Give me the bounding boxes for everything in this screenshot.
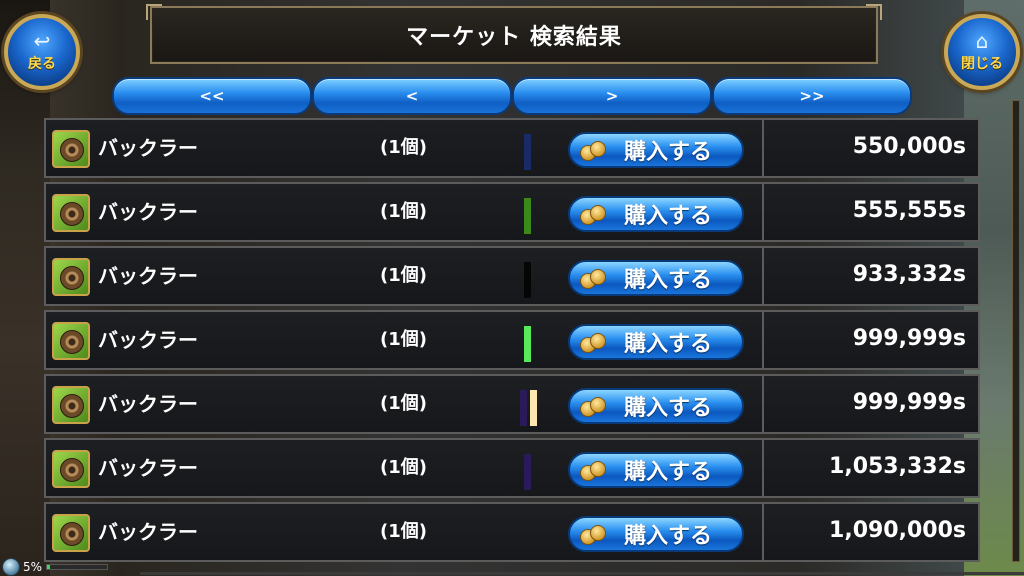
item-quantity: (1個) [380, 457, 427, 478]
prev-page-button[interactable]: < [312, 77, 512, 115]
price-cell: 999,999s [762, 374, 982, 434]
table-row: バックラー (1個) 購入する 550,000s [44, 118, 980, 178]
buy-button[interactable]: 購入する [568, 516, 744, 552]
price-cell: 933,332s [762, 246, 982, 306]
buy-button[interactable]: 購入する [568, 388, 744, 424]
item-quantity: (1個) [380, 393, 427, 414]
coins-icon [580, 523, 606, 545]
item-name: バックラー [98, 392, 198, 416]
table-row: バックラー (1個) 購入する 555,555s [44, 182, 980, 242]
buy-button-label: 購入する [624, 396, 713, 421]
buy-button-label: 購入する [624, 460, 713, 485]
buckler-shield-icon [52, 258, 90, 296]
table-row: バックラー (1個) 購入する 999,999s [44, 310, 980, 370]
item-price: 933,332s [852, 262, 966, 287]
item-name: バックラー [98, 136, 198, 160]
color-marker [524, 454, 531, 490]
color-marker [524, 134, 531, 170]
coins-icon [580, 267, 606, 289]
buy-button-label: 購入する [624, 268, 713, 293]
item-quantity: (1個) [380, 137, 427, 158]
price-cell: 999,999s [762, 310, 982, 370]
item-price: 999,999s [852, 390, 966, 415]
color-marker [524, 326, 531, 362]
item-quantity: (1個) [380, 329, 427, 350]
buckler-shield-icon [52, 514, 90, 552]
bottom-divider [140, 572, 1024, 575]
coins-icon [580, 331, 606, 353]
first-page-button[interactable]: << [112, 77, 312, 115]
table-row: バックラー (1個) 購入する 999,999s [44, 374, 980, 434]
buy-button[interactable]: 購入する [568, 452, 744, 488]
table-row: バックラー (1個) 購入する 1,053,332s [44, 438, 980, 498]
item-price: 999,999s [852, 326, 966, 351]
item-name: バックラー [98, 456, 198, 480]
close-button-label: 閉じる [961, 56, 1003, 72]
color-marker [524, 198, 531, 234]
coins-icon [580, 459, 606, 481]
back-button[interactable]: ↩ 戻る [4, 14, 80, 90]
home-icon: ⌂ [975, 29, 989, 53]
price-cell: 1,090,000s [762, 502, 982, 562]
buckler-shield-icon [52, 450, 90, 488]
color-marker [530, 390, 537, 426]
table-row: バックラー (1個) 購入する 1,090,000s [44, 502, 980, 562]
orb-icon [2, 558, 20, 576]
coins-icon [580, 203, 606, 225]
buckler-shield-icon [52, 386, 90, 424]
status-percent: 5% [23, 560, 43, 574]
table-row: バックラー (1個) 購入する 933,332s [44, 246, 980, 306]
price-cell: 550,000s [762, 118, 982, 178]
item-name: バックラー [98, 200, 198, 224]
coins-icon [580, 139, 606, 161]
item-name: バックラー [98, 264, 198, 288]
price-cell: 555,555s [762, 182, 982, 242]
buy-button-label: 購入する [624, 332, 713, 357]
buy-button-label: 購入する [624, 204, 713, 229]
back-arrow-icon: ↩ [33, 29, 51, 53]
buy-button-label: 購入する [624, 140, 713, 165]
buy-button[interactable]: 購入する [568, 196, 744, 232]
item-quantity: (1個) [380, 521, 427, 542]
buckler-shield-icon [52, 194, 90, 232]
buy-button[interactable]: 購入する [568, 132, 744, 168]
item-price: 1,090,000s [829, 518, 966, 543]
back-button-label: 戻る [28, 56, 56, 72]
status-indicator: 5% [0, 558, 140, 576]
color-marker [524, 262, 531, 298]
close-button[interactable]: ⌂ 閉じる [944, 14, 1020, 90]
last-page-button[interactable]: >> [712, 77, 912, 115]
page-title: マーケット 検索結果 [406, 25, 622, 50]
item-quantity: (1個) [380, 201, 427, 222]
item-price: 1,053,332s [829, 454, 966, 479]
item-name: バックラー [98, 520, 198, 544]
buckler-shield-icon [52, 322, 90, 360]
item-name: バックラー [98, 328, 198, 352]
buy-button[interactable]: 購入する [568, 260, 744, 296]
item-price: 555,555s [852, 198, 966, 223]
buckler-shield-icon [52, 130, 90, 168]
price-cell: 1,053,332s [762, 438, 982, 498]
buy-button-label: 購入する [624, 524, 713, 549]
title-bar: マーケット 検索結果 [146, 4, 882, 64]
status-bar [46, 564, 109, 570]
color-marker [520, 390, 527, 426]
coins-icon [580, 395, 606, 417]
next-page-button[interactable]: > [512, 77, 712, 115]
status-bar-fill [47, 565, 51, 569]
item-price: 550,000s [852, 134, 966, 159]
item-quantity: (1個) [380, 265, 427, 286]
buy-button[interactable]: 購入する [568, 324, 744, 360]
scrollbar[interactable] [1012, 100, 1020, 562]
